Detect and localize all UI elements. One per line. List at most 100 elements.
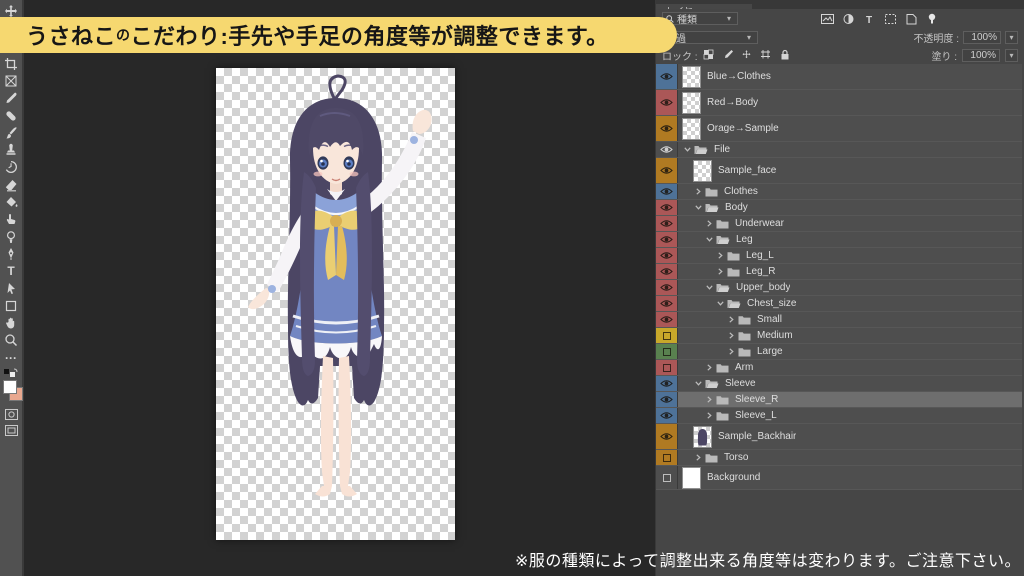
quick-mask-icon[interactable] [0,406,22,422]
hand-tool[interactable] [0,314,22,331]
expand-group-chevron[interactable] [704,412,714,419]
layer-thumbnail[interactable] [682,92,701,114]
lock-artboard-icon[interactable] [760,49,773,61]
expand-group-chevron[interactable] [704,364,714,371]
expand-group-chevron[interactable] [704,396,714,403]
layer-color-chip[interactable] [656,216,678,231]
layer-color-chip[interactable] [656,158,678,183]
layer-thumbnail[interactable] [693,426,712,448]
layer-row-Blue-Clothes[interactable]: Blue→Clothes [656,64,1022,90]
layer-color-chip[interactable] [656,280,678,295]
layer-row-Medium[interactable]: Medium [656,328,1022,344]
expand-group-chevron[interactable] [726,348,736,355]
frame-tool[interactable] [0,72,22,89]
layer-color-chip[interactable] [656,90,678,115]
opacity-dropdown-button[interactable]: ▾ [1005,31,1018,44]
layer-row-Leg_L[interactable]: Leg_L [656,248,1022,264]
layer-color-chip[interactable] [656,344,678,359]
layer-row-Torso[interactable]: Torso [656,450,1022,466]
expand-group-chevron[interactable] [726,332,736,339]
collapse-group-chevron[interactable] [693,205,703,210]
brush-tool[interactable] [0,124,22,141]
swap-colors-icon[interactable] [3,368,19,378]
layer-color-chip[interactable] [656,466,678,489]
lock-transparency-icon[interactable] [703,49,716,61]
layer-row-File[interactable]: File [656,142,1022,158]
adjustment-layer-filter-icon[interactable] [841,12,856,25]
foreground-color[interactable] [3,380,17,394]
layer-color-chip[interactable] [656,264,678,279]
layer-row-Leg_R[interactable]: Leg_R [656,264,1022,280]
shape-layer-filter-icon[interactable] [883,12,898,25]
expand-group-chevron[interactable] [726,316,736,323]
collapse-group-chevron[interactable] [704,237,714,242]
smudge-tool[interactable] [0,211,22,228]
layer-row-Sample_face[interactable]: Sample_face [656,158,1022,184]
layer-color-chip[interactable] [656,392,678,407]
lock-pixels-icon[interactable] [722,49,735,61]
layer-row-Clothes[interactable]: Clothes [656,184,1022,200]
lock-all-icon[interactable] [779,49,792,61]
layer-color-chip[interactable] [656,116,678,141]
eraser-tool[interactable] [0,176,22,193]
layer-thumbnail[interactable] [682,467,701,489]
collapse-group-chevron[interactable] [682,147,692,152]
paint-bucket-tool[interactable] [0,193,22,210]
smart-object-filter-icon[interactable] [904,12,919,25]
layers-tab[interactable]: レイヤー [656,4,752,9]
layer-row-Underwear[interactable]: Underwear [656,216,1022,232]
layer-color-chip[interactable] [656,248,678,263]
expand-group-chevron[interactable] [704,220,714,227]
rectangle-tool[interactable] [0,297,22,314]
expand-group-chevron[interactable] [715,268,725,275]
layer-thumbnail[interactable] [693,160,712,182]
layer-color-chip[interactable] [656,408,678,423]
layer-row-Body[interactable]: Body [656,200,1022,216]
expand-group-chevron[interactable] [715,252,725,259]
screen-mode-icon[interactable] [0,422,22,438]
layer-color-chip[interactable] [656,296,678,311]
history-brush-tool[interactable] [0,159,22,176]
layer-row-Sleeve[interactable]: Sleeve [656,376,1022,392]
edit-toolbar[interactable]: ··· [0,349,22,366]
collapse-group-chevron[interactable] [704,285,714,290]
collapse-group-chevron[interactable] [715,301,725,306]
layer-row-Background[interactable]: Background [656,466,1022,490]
dodge-tool[interactable] [0,228,22,245]
layer-color-chip[interactable] [656,360,678,375]
layer-color-chip[interactable] [656,200,678,215]
layer-thumbnail[interactable] [682,66,701,88]
type-tool[interactable]: T [0,263,22,280]
layer-filter-kind-select[interactable]: 種類 ▾ [662,12,738,25]
layer-color-chip[interactable] [656,184,678,199]
layer-row-Sleeve_R[interactable]: Sleeve_R [656,392,1022,408]
layer-row-Upper_body[interactable]: Upper_body [656,280,1022,296]
layer-thumbnail[interactable] [682,118,701,140]
layer-color-chip[interactable] [656,376,678,391]
layer-row-Sleeve_L[interactable]: Sleeve_L [656,408,1022,424]
pixel-layer-filter-icon[interactable] [820,12,835,25]
clone-stamp-tool[interactable] [0,141,22,158]
spot-healing-tool[interactable] [0,107,22,124]
opacity-value[interactable]: 100% [963,31,1001,44]
fill-dropdown-button[interactable]: ▾ [1005,49,1018,62]
layer-filter-toggle-icon[interactable] [925,12,940,25]
collapse-group-chevron[interactable] [693,381,703,386]
document-canvas[interactable] [216,68,455,540]
layer-color-chip[interactable] [656,328,678,343]
layer-row-Leg[interactable]: Leg [656,232,1022,248]
type-layer-filter-icon[interactable]: T [862,12,877,25]
layer-color-chip[interactable] [656,142,678,157]
layer-color-chip[interactable] [656,312,678,327]
layer-row-Small[interactable]: Small [656,312,1022,328]
expand-group-chevron[interactable] [693,188,703,195]
expand-group-chevron[interactable] [693,454,703,461]
fill-value[interactable]: 100% [962,49,1000,62]
layer-row-Red-Body[interactable]: Red→Body [656,90,1022,116]
lock-position-icon[interactable] [741,49,754,61]
layer-row-Sample_Backhair[interactable]: Sample_Backhair [656,424,1022,450]
layer-row-Large[interactable]: Large [656,344,1022,360]
eyedropper-tool[interactable] [0,90,22,107]
layer-color-chip[interactable] [656,232,678,247]
zoom-tool[interactable] [0,332,22,349]
